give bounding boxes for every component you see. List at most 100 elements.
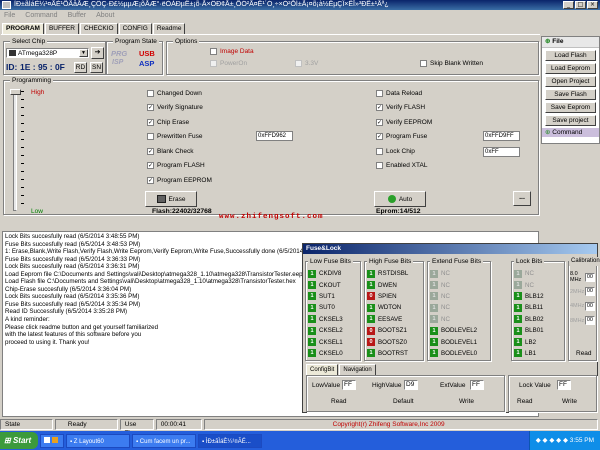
fuse-bit-row[interactable]: 1 BODLEVEL2 — [428, 325, 490, 336]
calibration-read-button[interactable]: Read — [576, 350, 592, 357]
blank-check-checkbox[interactable]: ✓ Blank Check — [147, 144, 212, 159]
fuse-bit-row[interactable]: 1 CKSEL2 — [306, 325, 360, 336]
menu-command[interactable]: Command — [25, 10, 57, 21]
fuse-bit-row[interactable]: 1 SUT1 — [306, 291, 360, 302]
fuse-bit-led[interactable]: 1 — [308, 349, 316, 358]
fuse-bit-led[interactable]: 1 — [514, 269, 522, 278]
v33-box[interactable] — [295, 59, 302, 67]
fuse-bit-led[interactable]: 1 — [430, 303, 438, 312]
checkbox-box[interactable]: ✓ — [147, 162, 154, 170]
power-on-checkbox[interactable]: PowerOn — [210, 58, 247, 68]
high-value-field[interactable]: D9 — [404, 380, 418, 390]
fuse-bit-led[interactable]: 1 — [514, 303, 522, 312]
calibration-value[interactable]: 00 — [584, 272, 595, 282]
auto-button[interactable]: Auto — [374, 191, 426, 207]
program-eeprom-checkbox[interactable]: ✓ Program EEPROM — [147, 173, 212, 188]
fuse-bit-led[interactable]: 1 — [308, 292, 316, 301]
fuse-bit-led[interactable]: 1 — [308, 326, 316, 335]
checkbox-box[interactable]: ✓ — [147, 147, 154, 155]
quick-launch[interactable] — [40, 433, 64, 448]
fuse-bit-led[interactable]: 1 — [430, 338, 438, 347]
fuse-bit-row[interactable]: 1 NC — [428, 302, 490, 313]
calibration-value[interactable]: 00 — [584, 287, 595, 297]
fuse-bit-row[interactable]: 1 BOOTRST — [365, 348, 423, 359]
fuse-bit-row[interactable]: 1 NC — [428, 291, 490, 302]
sn-button[interactable]: SN — [90, 62, 103, 73]
ext-value-field[interactable]: FF — [470, 380, 484, 390]
start-button[interactable]: ⊞ Start — [0, 432, 38, 449]
fuse-bit-led[interactable]: 1 — [308, 281, 316, 290]
power-on-box[interactable] — [210, 59, 217, 67]
more-button[interactable]: ... — [513, 191, 531, 206]
fuse-write-button[interactable]: Write — [459, 398, 474, 405]
prewritten-fuse-checkbox[interactable]: Prewritten Fuse — [147, 130, 212, 145]
fuse-bit-row[interactable]: 1 NC — [428, 268, 490, 279]
speed-slider-thumb[interactable] — [10, 89, 21, 95]
program-fuse-checkbox[interactable]: ✓ Program Fuse — [376, 130, 432, 145]
fuse-bit-row[interactable]: 1 BODLEVEL0 — [428, 348, 490, 359]
fuse-bit-led[interactable]: 0 — [367, 292, 375, 301]
enabled-xtal-checkbox[interactable]: Enabled XTAL — [376, 159, 432, 174]
fuse-bit-led[interactable]: 1 — [367, 269, 375, 278]
verify-signature-checkbox[interactable]: ✓ Verify Signature — [147, 101, 212, 116]
fuse-bit-row[interactable]: 1 RSTDISBL — [365, 268, 423, 279]
load-flash-button[interactable]: Load Flash — [545, 50, 596, 61]
fuse-bit-row[interactable]: 1 BODLEVEL1 — [428, 336, 490, 347]
calibration-value[interactable]: 00 — [584, 316, 595, 326]
checkbox-box[interactable] — [147, 133, 154, 141]
fuse-bit-row[interactable]: 1 LB2 — [512, 336, 564, 347]
fuse-bit-row[interactable]: 1 CKDIV8 — [306, 268, 360, 279]
calibration-value[interactable]: 00 — [584, 301, 595, 311]
load-eeprom-button[interactable]: Load Eeprom — [545, 63, 596, 74]
fuse-bit-row[interactable]: 1 BLB01 — [512, 325, 564, 336]
checkbox-box[interactable] — [376, 162, 383, 170]
fuse-bit-led[interactable]: 1 — [514, 281, 522, 290]
tab-configbit[interactable]: ConfigBit — [306, 364, 339, 375]
fuse-bit-row[interactable]: 0 SPIEN — [365, 291, 423, 302]
menu-file[interactable]: File — [4, 10, 15, 21]
checkbox-box[interactable] — [376, 147, 383, 155]
changed-down-checkbox[interactable]: Changed Down — [147, 86, 212, 101]
fuse-bit-led[interactable]: 1 — [308, 338, 316, 347]
task-layout60[interactable]: ▪ Z Layout60 — [66, 433, 130, 448]
lock-read-button[interactable]: Read — [517, 398, 533, 405]
fuse-bit-led[interactable]: 1 — [308, 303, 316, 312]
verify-flash-checkbox[interactable]: ✓ Verify FLASH — [376, 101, 432, 116]
desktop-icon[interactable] — [44, 436, 50, 443]
browser-icon[interactable] — [52, 436, 58, 443]
open-project-button[interactable]: Open Project — [545, 76, 596, 87]
task-browser[interactable]: ▪ Cum facem un pr... — [132, 433, 196, 448]
tab-navigation[interactable]: Navigation — [339, 364, 376, 375]
fuse-bit-row[interactable]: 1 DWEN — [365, 279, 423, 290]
program-flash-checkbox[interactable]: ✓ Program FLASH — [147, 159, 212, 174]
menu-about[interactable]: About — [96, 10, 114, 21]
lock-value-field[interactable]: FF — [557, 380, 571, 390]
save-eeprom-button[interactable]: Save Eeprom — [545, 102, 596, 113]
task-programmer[interactable]: ▪ ÌÐ±ãÌáÈ¼¹¤ÃÉ... — [198, 433, 262, 448]
checkbox-box[interactable]: ✓ — [376, 118, 383, 126]
prewritten-fuse-field[interactable]: 0xFFD962 — [256, 131, 293, 141]
lock-chip-checkbox[interactable]: Lock Chip — [376, 144, 432, 159]
close-button[interactable]: × — [587, 1, 598, 9]
save-project-button[interactable]: Save project — [545, 115, 596, 126]
menu-buffer[interactable]: Buffer — [68, 10, 87, 21]
fuse-bit-led[interactable]: 1 — [514, 292, 522, 301]
fuse-bit-led[interactable]: 1 — [430, 326, 438, 335]
low-value-field[interactable]: FF — [342, 380, 356, 390]
v33-checkbox[interactable]: 3.3V — [295, 58, 318, 68]
fuse-bit-row[interactable]: 1 NC — [428, 279, 490, 290]
minimize-button[interactable]: _ — [563, 1, 574, 9]
program-fuse-field[interactable]: 0xFFD9FF — [483, 131, 520, 141]
data-reload-checkbox[interactable]: Data Reload — [376, 86, 432, 101]
fuse-bit-led[interactable]: 1 — [367, 303, 375, 312]
fuse-bit-led[interactable]: 1 — [308, 269, 316, 278]
checkbox-box[interactable]: ✓ — [376, 104, 383, 112]
fuse-bit-led[interactable]: 1 — [514, 349, 522, 358]
lock-write-button[interactable]: Write — [562, 398, 577, 405]
maximize-button[interactable]: □ — [575, 1, 586, 9]
fuse-bit-row[interactable]: 1 BLB11 — [512, 302, 564, 313]
fuse-bit-row[interactable]: 1 BLB12 — [512, 291, 564, 302]
checkbox-box[interactable] — [376, 89, 383, 97]
speed-slider-track[interactable] — [13, 89, 17, 211]
checkbox-box[interactable]: ✓ — [147, 176, 154, 184]
